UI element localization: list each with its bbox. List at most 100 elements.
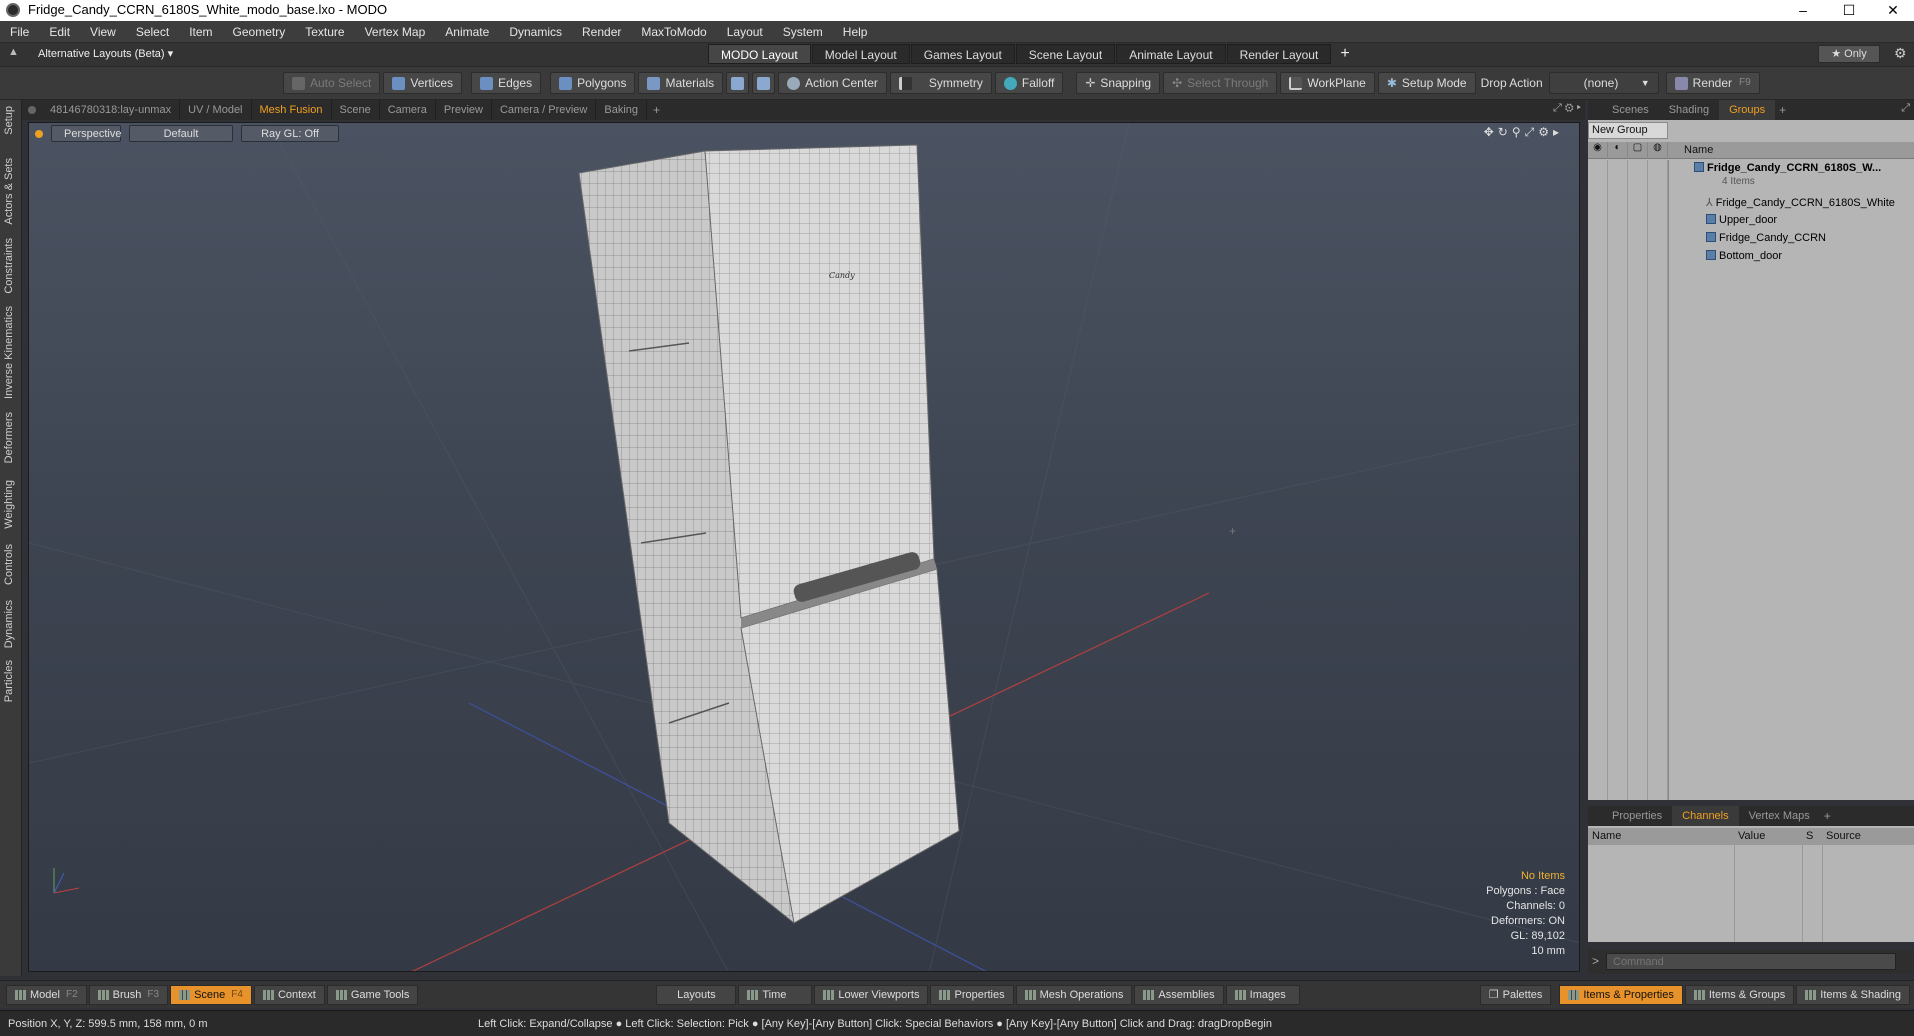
- shading-dropdown[interactable]: Default: [129, 125, 233, 142]
- tab-scene-layout[interactable]: Scene Layout: [1015, 44, 1116, 64]
- tab-modo-layout[interactable]: MODO Layout: [708, 44, 811, 64]
- menu-dynamics[interactable]: Dynamics: [499, 21, 572, 43]
- vtab-dynamics[interactable]: Dynamics: [3, 600, 15, 648]
- tab-preview[interactable]: Preview: [436, 100, 492, 120]
- col-value[interactable]: Value: [1738, 830, 1765, 842]
- tree-item[interactable]: Fridge_Candy_CCRN: [1706, 232, 1826, 244]
- snapping-button[interactable]: ✛ Snapping: [1076, 72, 1161, 94]
- tab-properties[interactable]: Properties: [1602, 806, 1672, 826]
- viewport-options-icon[interactable]: ⤢ ⚙ ▸: [1553, 102, 1581, 115]
- new-group-button[interactable]: New Group: [1588, 122, 1668, 139]
- menu-maxtomodo[interactable]: MaxToModo: [631, 21, 716, 43]
- tab-lay-unmax[interactable]: 481467803​18:lay-unmax: [42, 100, 181, 120]
- tab-channels[interactable]: Channels: [1672, 806, 1739, 826]
- tab-mesh-fusion[interactable]: Mesh Fusion: [252, 100, 332, 120]
- tab-baking[interactable]: Baking: [596, 100, 648, 120]
- vtab-constraints[interactable]: Constraints: [3, 238, 15, 294]
- symmetry-button[interactable]: Symmetry: [889, 72, 992, 94]
- only-toggle[interactable]: ★ Only: [1818, 45, 1880, 63]
- tab-camera-preview[interactable]: Camera / Preview: [492, 100, 597, 120]
- vertices-button[interactable]: Vertices: [383, 72, 463, 94]
- minimize-button[interactable]: –: [1780, 0, 1826, 21]
- lower-viewports-button[interactable]: Lower Viewports: [814, 984, 929, 1005]
- vtab-deformers[interactable]: Deformers: [3, 412, 15, 463]
- menu-view[interactable]: View: [80, 21, 126, 43]
- 3d-viewport[interactable]: Candy + Perspective Default Ray GL: Off …: [28, 122, 1580, 972]
- tab-animate-layout[interactable]: Animate Layout: [1116, 44, 1226, 64]
- item-mode-button[interactable]: [726, 72, 750, 94]
- group-root[interactable]: Fridge_Candy_CCRN_6180S_W...: [1694, 162, 1881, 174]
- falloff-button[interactable]: Falloff: [994, 72, 1064, 94]
- brush-button[interactable]: Brush F3: [88, 984, 169, 1005]
- menu-render[interactable]: Render: [572, 21, 631, 43]
- vtab-weighting[interactable]: Weighting: [3, 480, 15, 529]
- collapse-icon[interactable]: ▲: [8, 46, 19, 58]
- menu-item[interactable]: Item: [179, 21, 222, 43]
- tab-model-layout[interactable]: Model Layout: [811, 44, 910, 64]
- command-input[interactable]: [1606, 953, 1896, 970]
- polygons-button[interactable]: Polygons: [550, 72, 636, 94]
- palettes-button[interactable]: ❐ Palettes: [1479, 984, 1552, 1005]
- action-center-button[interactable]: Action Center: [778, 72, 887, 94]
- materials-button[interactable]: Materials: [638, 72, 724, 94]
- tab-games-layout[interactable]: Games Layout: [910, 44, 1015, 64]
- render-button[interactable]: Render F9: [1665, 72, 1760, 94]
- tab-shading[interactable]: Shading: [1659, 100, 1719, 120]
- scene-button[interactable]: Scene F4: [170, 984, 252, 1005]
- context-button[interactable]: Context: [253, 984, 325, 1005]
- items-properties-button[interactable]: Items & Properties: [1559, 984, 1683, 1005]
- layouts-button[interactable]: Layouts: [656, 984, 737, 1005]
- tab-render-layout[interactable]: Render Layout: [1226, 44, 1332, 64]
- close-button[interactable]: ✕: [1870, 0, 1914, 21]
- vtab-inverse-kinematics[interactable]: Inverse Kinematics: [3, 306, 15, 399]
- col-source[interactable]: Source: [1826, 830, 1861, 842]
- tree-item[interactable]: Upper_door: [1706, 214, 1777, 226]
- time-button[interactable]: Time: [738, 984, 813, 1005]
- add-tab-icon[interactable]: +: [653, 103, 660, 117]
- visibility-col-icon[interactable]: ◉: [1588, 142, 1608, 159]
- menu-edit[interactable]: Edit: [39, 21, 80, 43]
- tab-groups[interactable]: Groups: [1719, 100, 1776, 120]
- col-name[interactable]: Name: [1592, 830, 1621, 842]
- maximize-button[interactable]: ☐: [1826, 0, 1872, 21]
- tab-camera[interactable]: Camera: [380, 100, 436, 120]
- menu-system[interactable]: System: [773, 21, 833, 43]
- assemblies-button[interactable]: Assemblies: [1134, 984, 1224, 1005]
- tab-uv-model[interactable]: UV / Model: [180, 100, 252, 120]
- render-col-icon[interactable]: ◐: [1608, 142, 1628, 159]
- pivot-mode-button[interactable]: [752, 72, 776, 94]
- model-button[interactable]: Model F2: [6, 984, 87, 1005]
- tab-scene[interactable]: Scene: [332, 100, 380, 120]
- menu-geometry[interactable]: Geometry: [223, 21, 296, 43]
- raygl-toggle[interactable]: Ray GL: Off: [241, 125, 339, 142]
- select-col-icon[interactable]: ◍: [1648, 142, 1668, 159]
- menu-texture[interactable]: Texture: [295, 21, 354, 43]
- menu-vertex-map[interactable]: Vertex Map: [355, 21, 436, 43]
- mesh-operations-button[interactable]: Mesh Operations: [1015, 984, 1133, 1005]
- menu-layout[interactable]: Layout: [717, 21, 773, 43]
- properties-button[interactable]: Properties: [930, 984, 1014, 1005]
- viewport-nav-icons[interactable]: ✥↻⚲⤢⚙▸: [1484, 125, 1563, 140]
- select-through-button[interactable]: ✣ Select Through: [1163, 72, 1278, 94]
- menu-help[interactable]: Help: [833, 21, 878, 43]
- alternative-layouts-dropdown[interactable]: Alternative Layouts (Beta) ▾: [38, 47, 173, 60]
- vtab-setup[interactable]: Setup: [3, 106, 15, 135]
- add-tab-icon[interactable]: +: [1779, 103, 1786, 117]
- setup-mode-button[interactable]: ✱ Setup Mode: [1377, 72, 1476, 94]
- edges-button[interactable]: Edges: [471, 72, 542, 94]
- vtab-controls[interactable]: Controls: [3, 544, 15, 585]
- workplane-button[interactable]: WorkPlane: [1280, 72, 1375, 94]
- menu-file[interactable]: File: [0, 21, 39, 43]
- col-s[interactable]: S: [1806, 830, 1813, 842]
- vtab-particles[interactable]: Particles: [3, 660, 15, 702]
- tab-vertex-maps[interactable]: Vertex Maps: [1739, 806, 1820, 826]
- items-shading-button[interactable]: Items & Shading: [1796, 984, 1910, 1005]
- menu-animate[interactable]: Animate: [435, 21, 499, 43]
- vtab-actors-sets[interactable]: Actors & Sets: [3, 158, 15, 225]
- items-groups-button[interactable]: Items & Groups: [1684, 984, 1795, 1005]
- drop-action-select[interactable]: (none) ▼: [1548, 72, 1659, 94]
- panel-maximize-icon[interactable]: ⤢: [1901, 102, 1910, 115]
- tree-item[interactable]: Bottom_door: [1706, 250, 1782, 262]
- gear-icon[interactable]: ⚙: [1894, 45, 1907, 62]
- add-tab-icon[interactable]: +: [1824, 809, 1831, 823]
